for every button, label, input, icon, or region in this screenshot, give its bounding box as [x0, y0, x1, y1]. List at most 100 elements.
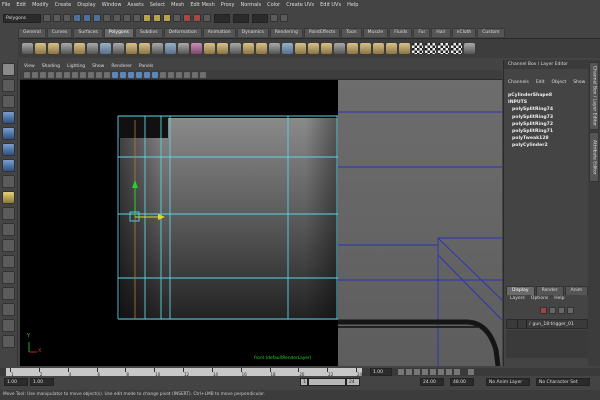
layout-icon[interactable] — [2, 319, 15, 332]
pipe-icon[interactable] — [100, 43, 111, 54]
move-down-icon[interactable] — [567, 307, 574, 314]
shelf-tab-dynamics[interactable]: Dynamics — [236, 28, 269, 37]
channel-menu-channels[interactable]: Channels — [508, 80, 529, 88]
split-icon[interactable] — [243, 43, 254, 54]
new-scene-icon[interactable] — [43, 14, 51, 22]
step-back-key-icon[interactable] — [414, 369, 420, 375]
render-icon[interactable] — [183, 14, 191, 22]
mask-icon[interactable] — [133, 14, 141, 22]
new-layer-selected-icon[interactable] — [549, 307, 556, 314]
image-plane-icon[interactable] — [48, 71, 54, 78]
extract-icon[interactable] — [152, 43, 163, 54]
mask-icon[interactable] — [123, 14, 131, 22]
append-icon[interactable] — [230, 43, 241, 54]
shelf-tab-deformation[interactable]: Deformation — [163, 28, 202, 37]
helix-icon[interactable] — [113, 43, 124, 54]
shelf-tab-general[interactable]: General — [18, 28, 46, 37]
menu-color[interactable]: Color — [267, 2, 280, 8]
panel-menu-lighting[interactable]: Lighting — [67, 64, 85, 69]
sculpt-icon[interactable] — [282, 43, 293, 54]
input-node[interactable]: polyCylinder2 — [508, 142, 588, 149]
separate-icon[interactable] — [139, 43, 150, 54]
menu-select[interactable]: Select — [150, 2, 165, 8]
anim-layer-select[interactable]: No Anim Layer — [486, 378, 530, 386]
save-scene-icon[interactable] — [63, 14, 71, 22]
show-manip-icon[interactable] — [2, 191, 15, 204]
tab-attribute-editor[interactable]: Attribute Editor — [589, 132, 599, 182]
shelf-tab-hair[interactable]: Hair — [431, 28, 451, 37]
grid-icon[interactable] — [56, 71, 62, 78]
checker-map-icon[interactable] — [438, 43, 449, 54]
numeric-input-field[interactable] — [214, 13, 230, 23]
panel-menu-show[interactable]: Show — [92, 64, 104, 69]
soft-mod-icon[interactable] — [2, 175, 15, 188]
cylinder-icon[interactable] — [48, 43, 59, 54]
input-node[interactable]: polySplitRing71 — [508, 128, 588, 135]
checker-map-icon[interactable] — [412, 43, 423, 54]
safe-action-icon[interactable] — [96, 71, 102, 78]
shelf-tab-custom[interactable]: Custom — [477, 28, 505, 37]
history-icon[interactable] — [173, 14, 181, 22]
cube-icon[interactable] — [35, 43, 46, 54]
layer-edit-icon[interactable]: / — [529, 322, 531, 327]
layer-tab-render[interactable]: Render — [535, 286, 564, 295]
open-scene-icon[interactable] — [53, 14, 61, 22]
viewport-front[interactable]: Y X front (defaultRenderLayer) — [20, 80, 338, 366]
layer-menu-help[interactable]: Help — [554, 296, 564, 304]
layer-name[interactable]: gun_18:trigger_01 — [533, 322, 574, 327]
field-chart-icon[interactable] — [88, 71, 94, 78]
offset-edge-loop-icon[interactable] — [269, 43, 280, 54]
channel-menu-edit[interactable]: Edit — [536, 80, 545, 88]
uv-spherical-icon[interactable] — [321, 43, 332, 54]
current-time-field[interactable]: 1.00 — [370, 368, 392, 376]
graph-layout-icon[interactable] — [2, 271, 15, 284]
xray-icon[interactable] — [160, 71, 166, 78]
render-view-layout-icon[interactable] — [2, 303, 15, 316]
move-up-icon[interactable] — [558, 307, 565, 314]
key-icon[interactable] — [468, 369, 474, 375]
xray-joints-icon[interactable] — [168, 71, 174, 78]
uv-unfold-icon[interactable] — [399, 43, 410, 54]
menu-display[interactable]: Display — [77, 2, 95, 8]
range-inner-start-field[interactable]: 1.00 — [30, 378, 54, 386]
single-view-icon[interactable] — [2, 223, 15, 236]
template-toggle[interactable] — [518, 320, 527, 328]
shelf-tab-painteffects[interactable]: PaintEffects — [303, 28, 341, 37]
bookmark-icon[interactable] — [40, 71, 46, 78]
mirror-icon[interactable] — [191, 43, 202, 54]
numeric-input-field[interactable] — [233, 13, 249, 23]
last-tool-icon[interactable] — [2, 207, 15, 220]
snap-point-icon[interactable] — [163, 14, 171, 22]
shelf-tab-curves[interactable]: Curves — [46, 28, 73, 37]
camera-icon[interactable] — [24, 71, 30, 78]
panel-menu-renderer[interactable]: Renderer — [111, 64, 132, 69]
insert-edge-loop-icon[interactable] — [256, 43, 267, 54]
uv-auto-icon[interactable] — [334, 43, 345, 54]
uv-cut-icon[interactable] — [360, 43, 371, 54]
ambient-occlusion-icon[interactable] — [192, 71, 198, 78]
layer-menu-options[interactable]: Options — [531, 296, 548, 304]
menu-create-uvs[interactable]: Create UVs — [286, 2, 314, 8]
select-tool-icon[interactable] — [2, 63, 15, 76]
layer-tab-display[interactable]: Display — [506, 286, 535, 295]
input-node[interactable]: polySplitRing74 — [508, 106, 588, 113]
smooth-shade-icon[interactable] — [120, 71, 126, 78]
shelf-tab-animation[interactable]: Animation — [202, 28, 236, 37]
menu-create[interactable]: Create — [55, 2, 72, 8]
render-settings-icon[interactable] — [203, 14, 211, 22]
lasso-tool-icon[interactable] — [2, 79, 15, 92]
range-start-handle[interactable]: 1 — [300, 378, 308, 386]
menu-help[interactable]: Help — [347, 2, 358, 8]
uv-layout-icon[interactable] — [386, 43, 397, 54]
extrude-icon[interactable] — [204, 43, 215, 54]
shelf-tab-toon[interactable]: Toon — [341, 28, 362, 37]
move-tool-icon[interactable] — [2, 111, 15, 124]
menu-edit-uvs[interactable]: Edit UVs — [320, 2, 341, 8]
panel-menu-view[interactable]: View — [24, 64, 35, 69]
toggle-sidebar-icon[interactable] — [280, 14, 288, 22]
sphere-icon[interactable] — [22, 43, 33, 54]
menu-window[interactable]: Window — [102, 2, 122, 8]
viewport-side[interactable] — [338, 80, 502, 366]
numeric-input-field[interactable] — [252, 13, 268, 23]
shelf-tab-polygons[interactable]: Polygons — [103, 28, 134, 37]
